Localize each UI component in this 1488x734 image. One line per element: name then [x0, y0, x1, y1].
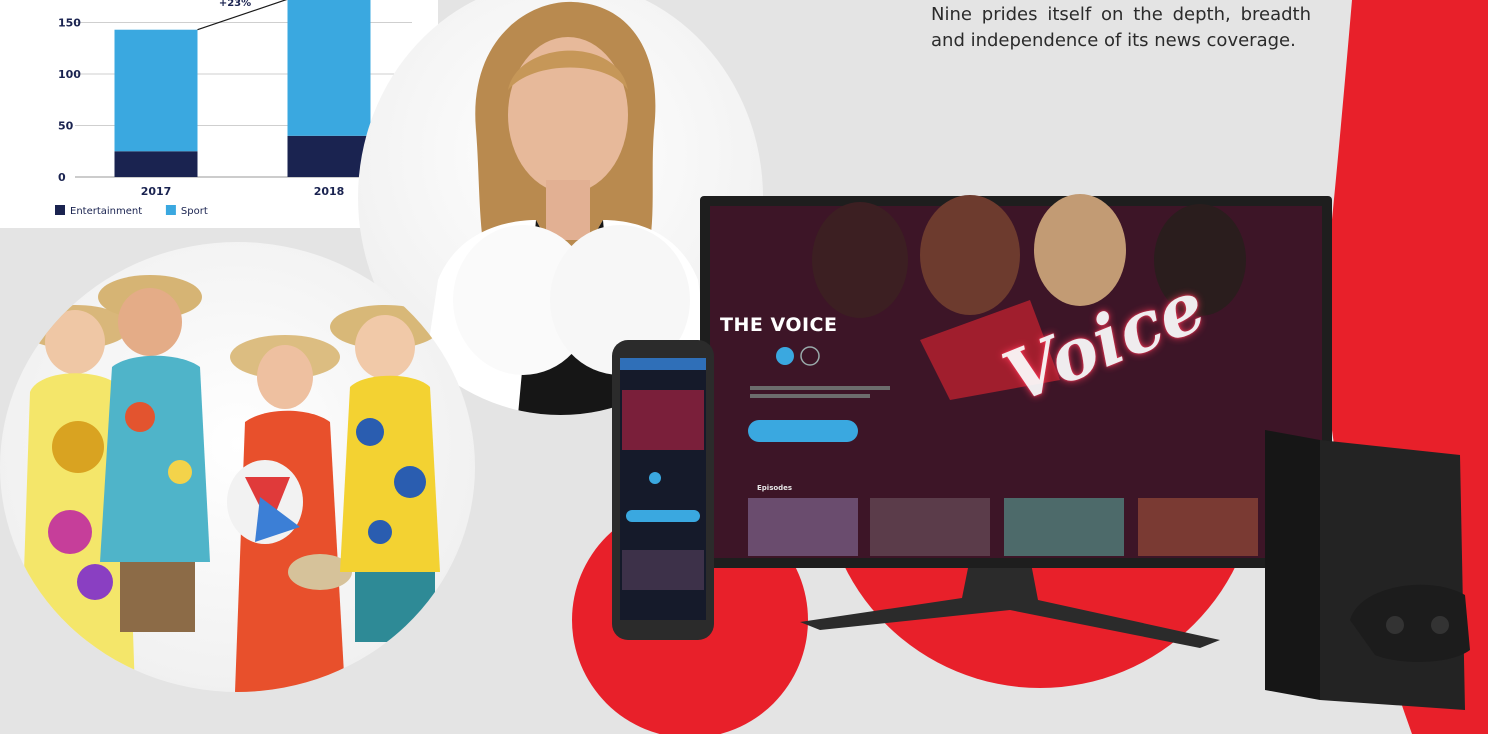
tv-episode-thumb[interactable] [1138, 498, 1258, 556]
tv-episode-thumb[interactable] [1004, 498, 1124, 556]
legend-swatch-entertainment [55, 205, 65, 215]
tv-episode-thumb[interactable] [870, 498, 990, 556]
y-tick-label: 150 [58, 17, 81, 30]
y-tick-label: 50 [58, 120, 74, 133]
legend-label-entertainment: Entertainment [70, 206, 142, 217]
console-body [1265, 430, 1320, 700]
phone-button[interactable] [626, 510, 700, 522]
tv-show-title: THE VOICE [720, 314, 838, 336]
legend-label-sport: Sport [181, 206, 208, 217]
growth-annotation: +23% [219, 0, 251, 9]
legend-swatch-sport [165, 205, 176, 215]
comedy-cast-illustration [20, 275, 440, 692]
page: 0 50 100 150 2017 2018 +23% Entertainment Sport … [0, 0, 1488, 734]
tv-play-icon[interactable] [776, 347, 794, 365]
y-tick-label: 0 [58, 171, 66, 184]
x-tick-label: 2018 [314, 185, 345, 198]
y-tick-label: 100 [58, 68, 81, 81]
x-tick-label: 2017 [141, 185, 172, 198]
bar-entertainment-2017 [114, 151, 198, 177]
bar-sport-2017 [114, 29, 198, 152]
tv-episode-thumb[interactable] [748, 498, 858, 556]
tv-watch-button[interactable] [748, 420, 858, 442]
comedy-cast-photo [0, 242, 475, 692]
tv-episodes-label: Episodes [757, 484, 793, 492]
tv-stand [800, 558, 1220, 648]
